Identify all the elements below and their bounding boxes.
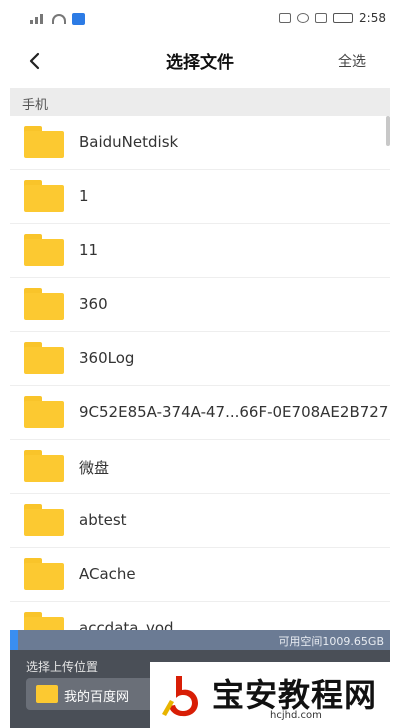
file-name: 11 — [79, 241, 99, 259]
status-right-icons: 2:58 — [279, 11, 386, 25]
file-name: 360 — [79, 295, 108, 313]
folder-icon — [24, 342, 64, 374]
file-name: abtest — [79, 511, 127, 529]
header: 选择文件 全选 — [0, 36, 400, 86]
folder-icon — [24, 126, 64, 158]
file-name: 9C52E85A-374A-47...66F-0E708AE2B727 — [79, 403, 389, 421]
section-label: 手机 — [22, 98, 49, 113]
folder-icon — [24, 558, 64, 590]
battery-icon — [333, 13, 354, 23]
folder-icon — [24, 180, 64, 212]
status-time: 2:58 — [359, 11, 386, 25]
file-name: BaiduNetdisk — [79, 133, 179, 151]
alarm-icon — [297, 13, 310, 23]
list-item[interactable]: 360Log — [10, 332, 390, 386]
folder-icon — [24, 234, 64, 266]
list-item[interactable]: 360 — [10, 278, 390, 332]
list-item[interactable]: ACache — [10, 548, 390, 602]
list-item[interactable]: 微盘 — [10, 440, 390, 494]
signal-icon — [30, 14, 46, 24]
scrollbar[interactable] — [386, 116, 390, 146]
watermark: 宝安教程网 hcjhd.com — [150, 662, 400, 728]
list-item[interactable]: BaiduNetdisk — [10, 116, 390, 170]
list-item[interactable]: 9C52E85A-374A-47...66F-0E708AE2B727 — [10, 386, 390, 440]
wifi-icon — [52, 14, 66, 24]
status-bar: 2:58 — [0, 0, 400, 36]
upload-location-label: 选择上传位置 — [26, 660, 99, 674]
storage-available-text: 可用空间1009.65GB — [278, 635, 384, 648]
folder-icon — [24, 396, 64, 428]
folder-icon — [36, 685, 58, 703]
list-item[interactable]: accdata_vod — [10, 602, 390, 630]
file-name: 1 — [79, 187, 89, 205]
select-all-button[interactable]: 全选 — [338, 51, 366, 71]
nfc-icon — [279, 13, 292, 23]
section-header-phone: 手机 — [10, 88, 390, 116]
list-item[interactable]: 1 — [10, 170, 390, 224]
storage-used-fill — [10, 630, 18, 650]
destination-label: 我的百度网 — [64, 690, 130, 705]
file-name: 360Log — [79, 349, 135, 367]
file-name: ACache — [79, 565, 136, 583]
app-notification-icon — [72, 13, 85, 25]
file-name: accdata_vod — [79, 619, 174, 630]
vibrate-icon — [315, 13, 328, 23]
folder-icon — [24, 450, 64, 482]
list-item[interactable]: abtest — [10, 494, 390, 548]
file-name: 微盘 — [79, 459, 110, 477]
folder-icon — [24, 612, 64, 630]
folder-icon — [24, 504, 64, 536]
watermark-logo-icon — [162, 676, 198, 717]
storage-bar: 可用空间1009.65GB — [10, 630, 390, 650]
watermark-url: hcjhd.com — [270, 710, 322, 721]
status-left-icons — [30, 13, 85, 25]
file-list[interactable]: BaiduNetdisk 1 11 360 360Log 9C52E85A-37… — [10, 116, 390, 630]
list-item[interactable]: 11 — [10, 224, 390, 278]
folder-icon — [24, 288, 64, 320]
